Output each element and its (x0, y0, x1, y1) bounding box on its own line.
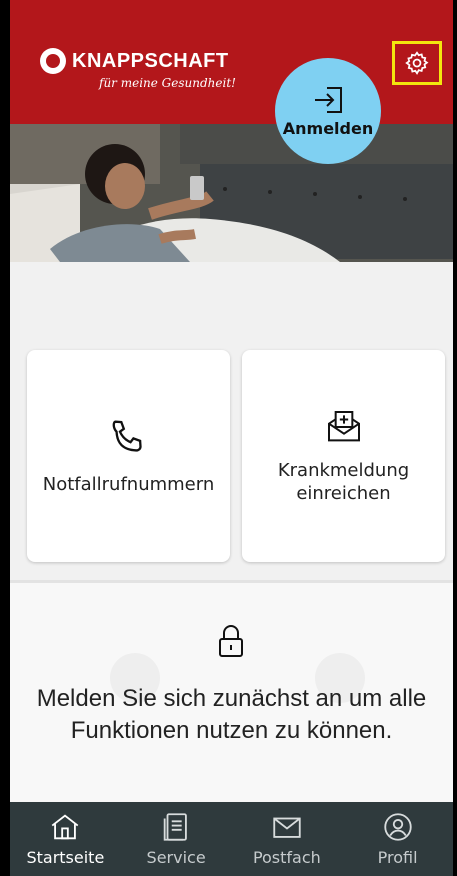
nav-service[interactable]: Service (121, 802, 232, 876)
nav-label-profile: Profil (377, 848, 418, 867)
sick-note-card[interactable]: Krankmeldung einreichen (242, 350, 445, 562)
nav-profile[interactable]: Profil (342, 802, 453, 876)
nav-label-service: Service (146, 848, 206, 867)
nav-home[interactable]: Startseite (10, 802, 121, 876)
card-label-emergency: Notfallrufnummern (42, 474, 215, 496)
bottom-navigation: Startseite Service Postfach Profil (10, 802, 453, 876)
app-screen: KNAPPSCHAFT für meine Gesundheit! Anmeld… (10, 0, 453, 876)
card-label-sick-note: Krankmeldung einreichen (277, 459, 410, 504)
settings-button[interactable] (392, 41, 442, 85)
envelope-plus-icon (327, 410, 360, 441)
login-icon (315, 86, 342, 113)
mail-icon (273, 817, 301, 838)
header: KNAPPSCHAFT für meine Gesundheit! (10, 0, 453, 124)
brand-logo: KNAPPSCHAFT (40, 48, 229, 74)
login-label: Anmelden (282, 118, 374, 138)
emergency-numbers-card[interactable]: Notfallrufnummern (27, 350, 230, 562)
logo-mark (40, 48, 66, 74)
nav-label-inbox: Postfach (252, 848, 321, 867)
locked-section: Melden Sie sich zunächst an um alle Funk… (10, 583, 453, 803)
lock-icon (219, 625, 243, 657)
login-button[interactable]: Anmelden (275, 58, 381, 164)
brand-name: KNAPPSCHAFT (72, 49, 229, 72)
nav-label-home: Startseite (26, 848, 105, 867)
document-icon (163, 813, 187, 841)
gear-icon (405, 51, 429, 75)
brand-tagline: für meine Gesundheit! (99, 76, 236, 90)
home-icon (52, 814, 79, 840)
user-icon (383, 813, 412, 841)
nav-inbox[interactable]: Postfach (232, 802, 343, 876)
hero-image (10, 124, 453, 262)
main-content: Notfallrufnummern Krankmeldung einreiche… (10, 262, 453, 803)
phone-icon (112, 420, 142, 452)
login-hint-text: Melden Sie sich zunächst an um alle Funk… (36, 685, 427, 745)
